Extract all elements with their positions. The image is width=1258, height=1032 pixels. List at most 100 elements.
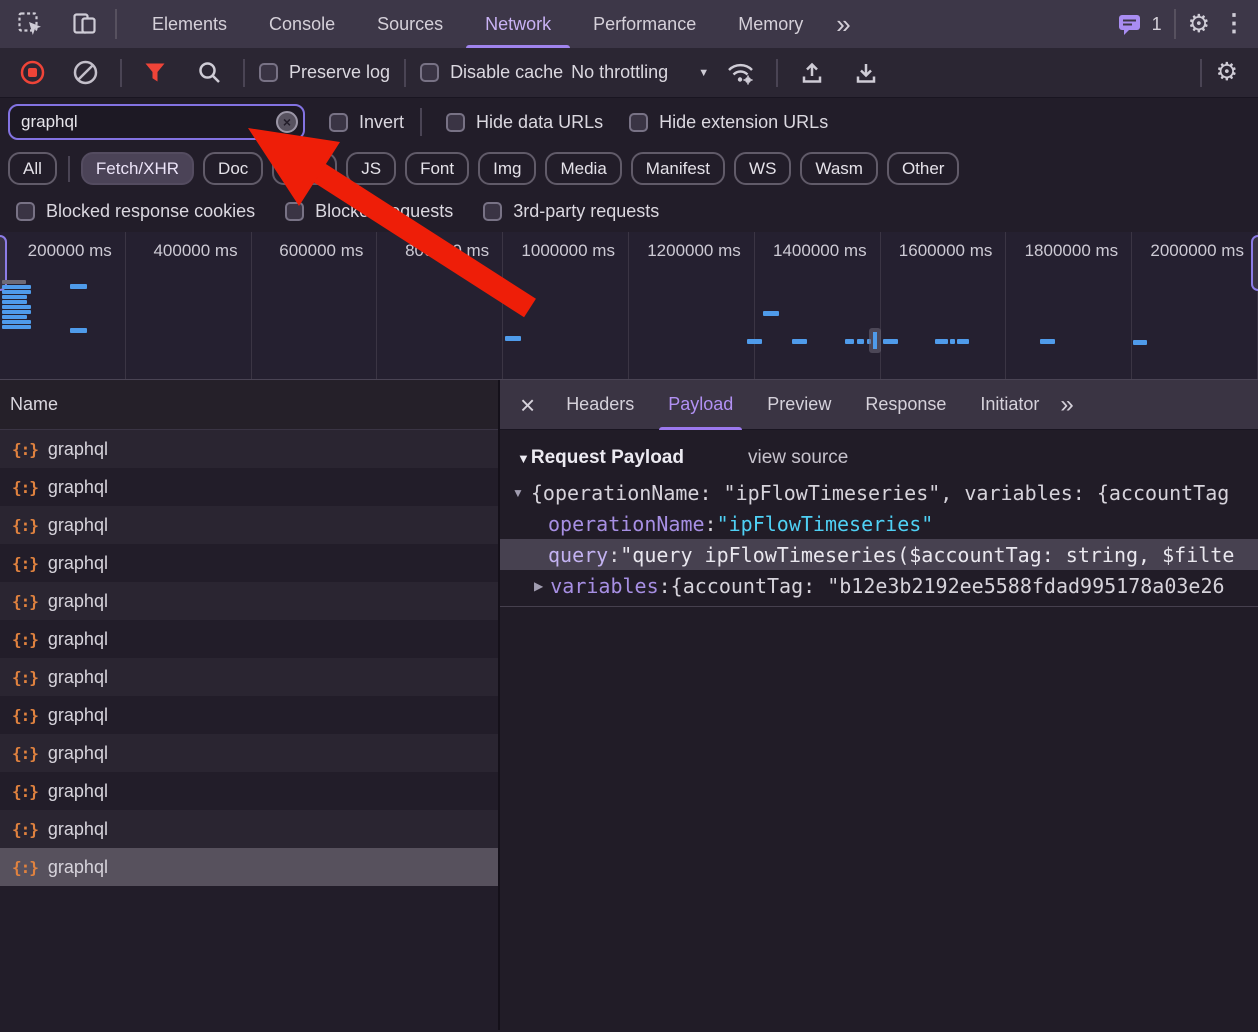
request-row[interactable]: {:}graphql	[0, 810, 498, 848]
chip-doc[interactable]: Doc	[203, 152, 263, 185]
checkbox[interactable]	[16, 202, 35, 221]
issues-counter[interactable]: 1	[1117, 12, 1162, 37]
har-import-icon[interactable]	[792, 60, 832, 86]
timeline-request-bar	[2, 315, 27, 319]
invert-checkbox[interactable]	[329, 113, 348, 132]
preserve-log-toggle[interactable]: Preserve log	[259, 62, 390, 83]
disable-cache-checkbox[interactable]	[420, 63, 439, 82]
section-collapse-icon[interactable]: ▼	[517, 451, 530, 466]
payload-tree-row[interactable]: ▶variables: {accountTag: "b12e3b2192ee55…	[500, 570, 1258, 601]
settings-gear-icon[interactable]: ⚙	[1188, 12, 1210, 37]
tab-elements[interactable]: Elements	[131, 0, 248, 48]
tab-sources[interactable]: Sources	[356, 0, 464, 48]
detail-tab-preview[interactable]: Preview	[750, 380, 848, 430]
hide-data-urls-toggle[interactable]: Hide data URLs	[446, 112, 603, 133]
timeline-tick: 1200000 ms	[629, 232, 755, 379]
hide-extension-urls-checkbox[interactable]	[629, 113, 648, 132]
detail-tab-payload[interactable]: Payload	[651, 380, 750, 430]
kebab-menu-icon[interactable]: ⋮	[1210, 12, 1258, 36]
chip-wasm[interactable]: Wasm	[800, 152, 878, 185]
checkbox-label: Blocked response cookies	[46, 201, 255, 222]
record-network-log-button[interactable]	[12, 59, 53, 86]
request-row[interactable]: {:}graphql	[0, 658, 498, 696]
throttling-dropdown[interactable]: No throttling ▼	[571, 62, 709, 83]
payload-tree-row[interactable]: query: "query ipFlowTimeseries($accountT…	[500, 539, 1258, 570]
network-settings-gear-icon[interactable]: ⚙	[1216, 60, 1246, 85]
checkbox[interactable]	[285, 202, 304, 221]
divider	[68, 156, 70, 182]
request-row[interactable]: {:}graphql	[0, 696, 498, 734]
close-icon[interactable]: ×	[520, 392, 535, 418]
checkbox-label: 3rd-party requests	[513, 201, 659, 222]
3rd-party-requests-toggle[interactable]: 3rd-party requests	[483, 201, 659, 222]
network-conditions-icon[interactable]	[719, 59, 762, 86]
name-column-header[interactable]: Name	[0, 380, 498, 430]
more-panels-icon[interactable]: »	[824, 11, 862, 37]
timeline-request-bar	[845, 339, 854, 344]
json-key: variables	[550, 574, 658, 598]
checkbox[interactable]	[483, 202, 502, 221]
tab-console[interactable]: Console	[248, 0, 356, 48]
preserve-log-checkbox[interactable]	[259, 63, 278, 82]
detail-tab-response[interactable]: Response	[848, 380, 963, 430]
json-value: {operationName: "ipFlowTimeseries", vari…	[531, 481, 1229, 505]
hide-extension-urls-toggle[interactable]: Hide extension URLs	[629, 112, 828, 133]
request-row[interactable]: {:}graphql	[0, 506, 498, 544]
chip-other[interactable]: Other	[887, 152, 960, 185]
timeline-request-bar	[2, 285, 31, 289]
detail-tab-initiator[interactable]: Initiator	[963, 380, 1056, 430]
blocked-requests-toggle[interactable]: Blocked requests	[285, 201, 453, 222]
payload-tree-row[interactable]: operationName: "ipFlowTimeseries"	[500, 508, 1258, 539]
device-toolbar-icon[interactable]	[65, 11, 105, 37]
request-row[interactable]: {:}graphql	[0, 848, 498, 886]
detail-tab-headers[interactable]: Headers	[549, 380, 651, 430]
request-row[interactable]: {:}graphql	[0, 620, 498, 658]
request-row[interactable]: {:}graphql	[0, 772, 498, 810]
timeline-request-bar	[1040, 339, 1055, 344]
more-detail-tabs-icon[interactable]: »	[1060, 391, 1073, 419]
timeline-request-bar	[2, 295, 27, 299]
chip-font[interactable]: Font	[405, 152, 469, 185]
chip-css[interactable]: CSS	[272, 152, 337, 185]
disable-cache-toggle[interactable]: Disable cache	[420, 62, 563, 83]
request-row[interactable]: {:}graphql	[0, 430, 498, 468]
chip-all[interactable]: All	[8, 152, 57, 185]
tab-network[interactable]: Network	[464, 0, 572, 48]
network-overview-timeline[interactable]: 200000 ms400000 ms600000 ms800000 ms1000…	[0, 232, 1258, 380]
search-icon[interactable]	[190, 60, 229, 85]
collapsed-arrow-icon[interactable]: ▶	[534, 579, 543, 593]
request-row[interactable]: {:}graphql	[0, 734, 498, 772]
chip-img[interactable]: Img	[478, 152, 536, 185]
tab-performance[interactable]: Performance	[572, 0, 717, 48]
expanded-arrow-icon[interactable]: ▼	[512, 486, 524, 500]
overview-right-grip[interactable]	[1251, 235, 1258, 291]
chip-manifest[interactable]: Manifest	[631, 152, 725, 185]
request-list-pane: Name {:}graphql{:}graphql{:}graphql{:}gr…	[0, 380, 500, 1030]
request-row[interactable]: {:}graphql	[0, 544, 498, 582]
json-file-icon: {:}	[12, 516, 38, 535]
tab-memory[interactable]: Memory	[717, 0, 824, 48]
clear-network-log-button[interactable]	[65, 59, 106, 86]
clear-filter-icon[interactable]: ×	[276, 111, 298, 133]
payload-tree-row[interactable]: ▼ {operationName: "ipFlowTimeseries", var…	[500, 477, 1258, 508]
request-payload-title: Request Payload	[531, 447, 684, 469]
view-source-link[interactable]: view source	[748, 447, 848, 469]
timeline-request-bar	[950, 339, 955, 344]
json-file-icon: {:}	[12, 858, 38, 877]
filter-input[interactable]	[8, 104, 305, 140]
filter-funnel-icon[interactable]	[136, 60, 174, 85]
chip-fetch-xhr[interactable]: Fetch/XHR	[81, 152, 194, 185]
chip-ws[interactable]: WS	[734, 152, 791, 185]
invert-toggle[interactable]: Invert	[329, 112, 404, 133]
hide-data-urls-checkbox[interactable]	[446, 113, 465, 132]
chip-js[interactable]: JS	[346, 152, 396, 185]
request-payload-section[interactable]: ▼ Request Payload view source	[500, 430, 1258, 477]
inspect-element-icon[interactable]	[10, 11, 51, 38]
request-row[interactable]: {:}graphql	[0, 468, 498, 506]
request-row[interactable]: {:}graphql	[0, 582, 498, 620]
blocked-response-cookies-toggle[interactable]: Blocked response cookies	[16, 201, 255, 222]
disable-cache-label: Disable cache	[450, 62, 563, 83]
json-file-icon: {:}	[12, 440, 38, 459]
har-export-icon[interactable]	[846, 60, 886, 86]
chip-media[interactable]: Media	[545, 152, 621, 185]
